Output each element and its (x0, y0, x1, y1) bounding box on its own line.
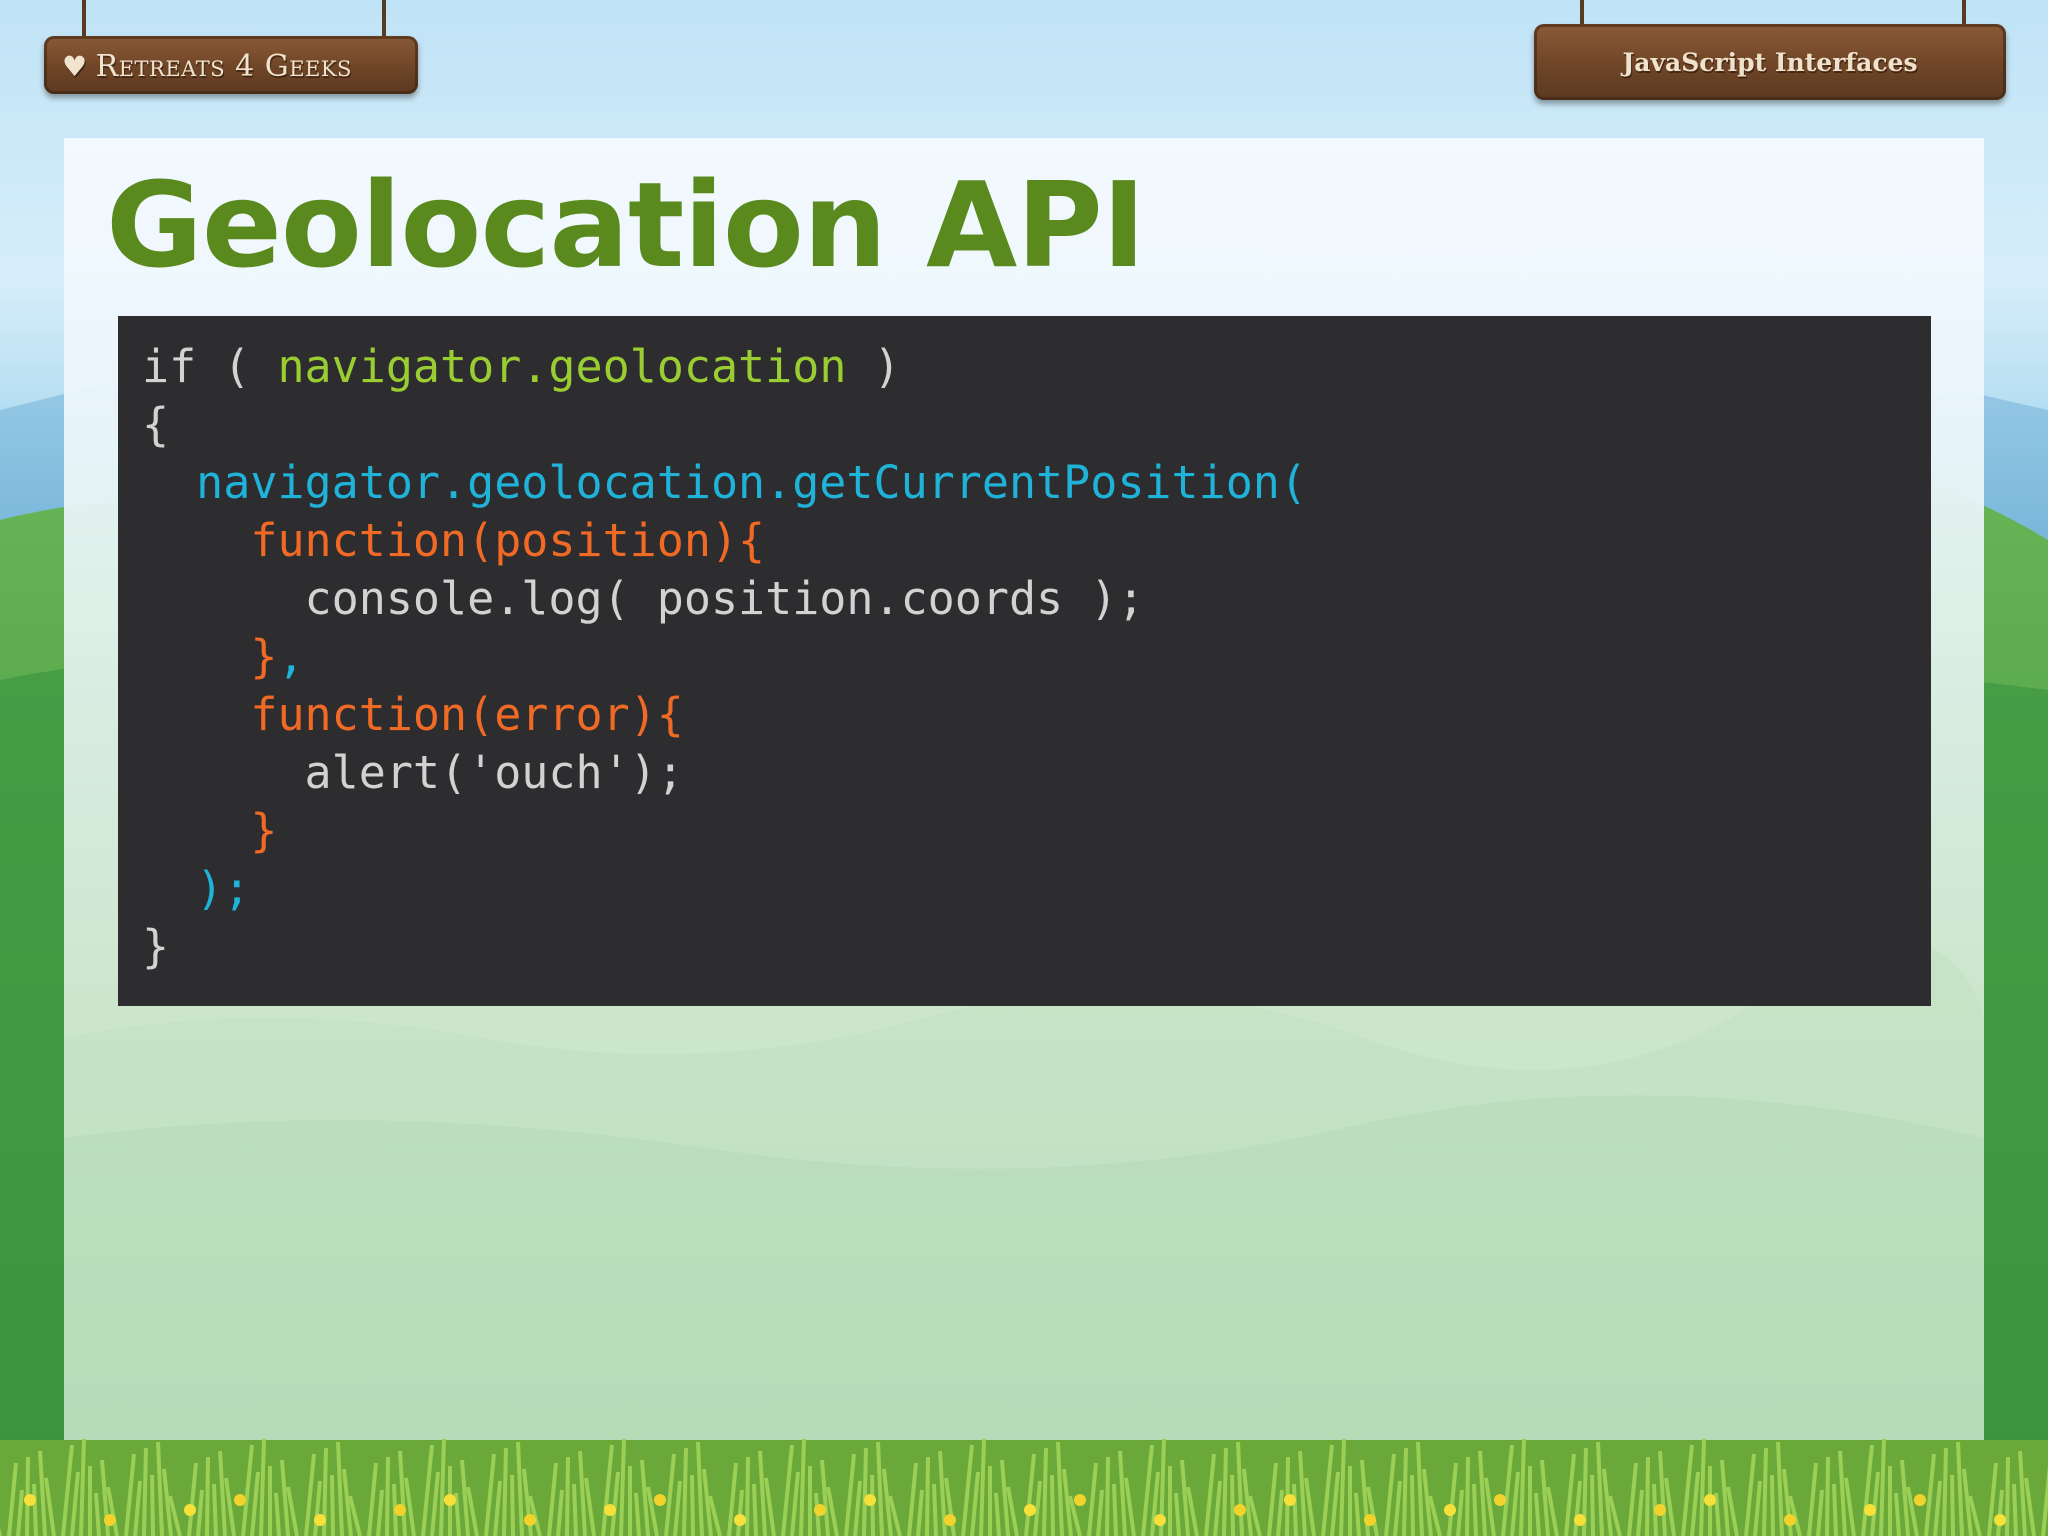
logo-text: Retreats 4 Geeks (95, 48, 352, 84)
code-token: { (142, 398, 170, 451)
code-token: } (142, 804, 278, 857)
code-token: if ( (142, 340, 278, 393)
code-line: }, (142, 628, 1931, 686)
code-line: alert('ouch'); (142, 744, 1931, 802)
code-token: } (142, 630, 278, 683)
code-block: if ( navigator.geolocation ){ navigator.… (118, 316, 1931, 1006)
code-line: if ( navigator.geolocation ) (142, 338, 1931, 396)
code-line: console.log( position.coords ); (142, 570, 1931, 628)
code-token: , (277, 630, 305, 683)
section-title: JavaScript Interfaces (1622, 47, 1918, 77)
code-token: } (142, 920, 170, 973)
sign-rope-left-2 (382, 0, 386, 38)
code-line: ); (142, 860, 1931, 918)
grass-decoration (0, 1438, 2048, 1536)
code-token: alert('ouch'); (142, 746, 684, 799)
code-line: } (142, 918, 1931, 976)
code-token: ) (846, 340, 901, 393)
code-token: navigator.geolocation (277, 340, 847, 393)
code-line: function(error){ (142, 686, 1931, 744)
code-token: function(position){ (142, 514, 766, 567)
code-token: console.log( position.coords ); (142, 572, 1145, 625)
sign-rope-left-1 (82, 0, 86, 38)
logo[interactable]: ♥ Retreats 4 Geeks (62, 44, 352, 88)
code-token: ); (142, 862, 251, 915)
code-line: { (142, 396, 1931, 454)
heart-icon: ♥ (62, 49, 88, 83)
code-line: navigator.geolocation.getCurrentPosition… (142, 454, 1931, 512)
code-line: function(position){ (142, 512, 1931, 570)
code-token: navigator.geolocation.getCurrentPosition… (142, 456, 1307, 509)
code-line: } (142, 802, 1931, 860)
code-token: function(error){ (142, 688, 684, 741)
slide-title: Geolocation API (106, 156, 1146, 294)
